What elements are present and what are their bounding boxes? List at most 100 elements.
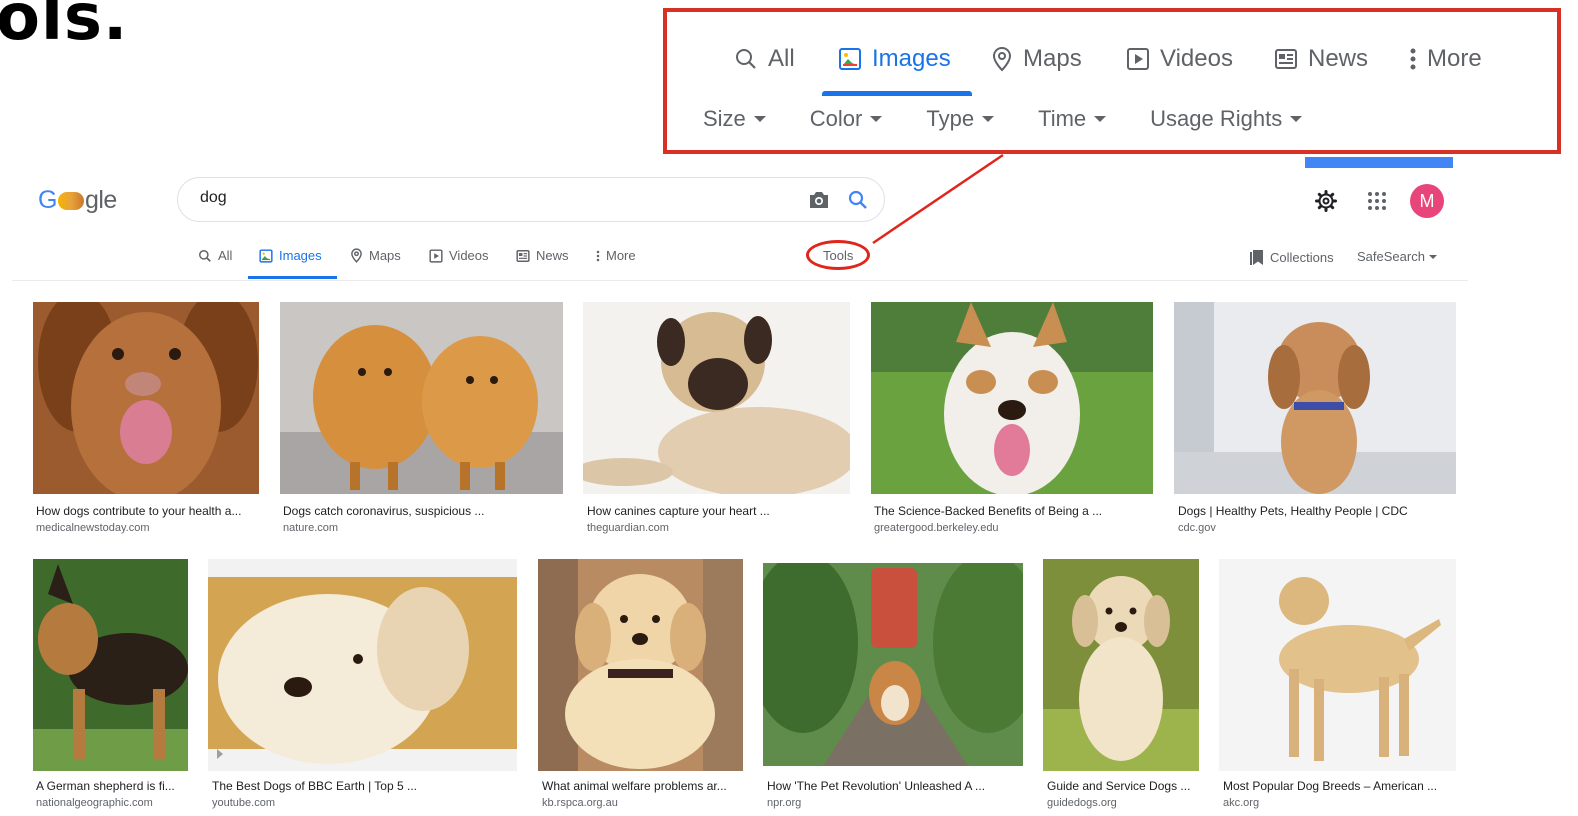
safesearch-dropdown[interactable]: SafeSearch <box>1357 249 1437 264</box>
image-icon <box>259 248 273 263</box>
callout-tab-label: Videos <box>1160 45 1233 72</box>
result-title[interactable]: How dogs contribute to your health a... <box>36 504 241 518</box>
apps-grid-icon[interactable] <box>1367 191 1387 211</box>
tab-videos[interactable]: Videos <box>429 248 489 263</box>
callout-tab-label: All <box>768 45 795 72</box>
video-icon <box>1127 48 1149 70</box>
dog-photo <box>280 302 563 494</box>
tab-images[interactable]: Images <box>259 248 322 263</box>
result-image-10[interactable] <box>1043 559 1199 771</box>
search-icon <box>199 249 211 262</box>
result-image-8[interactable] <box>538 559 743 771</box>
result-image-9[interactable] <box>763 563 1023 766</box>
result-image-3[interactable] <box>583 302 850 494</box>
news-icon <box>1275 49 1297 69</box>
search-box <box>177 177 885 222</box>
callout-tab-images[interactable]: Images <box>838 45 951 73</box>
callout-tab-news[interactable]: News <box>1274 45 1368 73</box>
tab-label: Images <box>279 248 322 263</box>
collections-link[interactable]: Collections <box>1250 249 1334 266</box>
tab-news[interactable]: News <box>516 248 569 263</box>
camera-icon[interactable] <box>808 190 830 210</box>
callout-time-dropdown[interactable]: Time <box>1038 106 1107 132</box>
result-title[interactable]: How 'The Pet Revolution' Unleashed A ... <box>767 779 985 793</box>
result-image-5[interactable] <box>1174 302 1456 494</box>
callout-tab-label: News <box>1308 45 1369 72</box>
result-title[interactable]: Dogs | Healthy Pets, Healthy People | CD… <box>1178 504 1408 518</box>
callout-tab-label: Images <box>872 45 951 72</box>
callout-size-dropdown[interactable]: Size <box>703 106 766 132</box>
callout-color-dropdown[interactable]: Color <box>810 106 883 132</box>
result-source: akc.org <box>1223 797 1260 809</box>
callout-tab-more[interactable]: More <box>1409 45 1482 73</box>
result-image-11[interactable] <box>1219 559 1456 771</box>
dropdown-arrow-icon <box>1290 116 1303 122</box>
dog-photo <box>583 302 850 494</box>
map-pin-icon <box>992 46 1012 72</box>
tool-label: Size <box>703 106 746 131</box>
dog-photo <box>33 302 259 494</box>
tool-label: Color <box>809 106 863 131</box>
dog-photo <box>33 559 188 771</box>
dropdown-arrow-icon <box>870 116 883 122</box>
google-logo[interactable]: G gle <box>38 186 117 215</box>
doodle-icon <box>57 191 84 210</box>
tab-label: News <box>536 248 569 263</box>
tab-maps[interactable]: Maps <box>350 248 401 263</box>
dropdown-arrow-icon <box>1094 116 1107 122</box>
more-vert-icon <box>596 250 600 261</box>
result-source: kb.rspca.org.au <box>542 797 618 809</box>
tool-label: Time <box>1038 106 1087 131</box>
result-image-1[interactable] <box>33 302 259 494</box>
callout-tab-videos[interactable]: Videos <box>1126 45 1233 73</box>
search-input[interactable] <box>198 188 762 208</box>
result-source: cdc.gov <box>1178 522 1216 534</box>
callout-usage-rights-dropdown[interactable]: Usage Rights <box>1150 106 1303 132</box>
callout-tab-all[interactable]: All <box>734 45 795 73</box>
video-icon <box>429 248 443 263</box>
dog-photo <box>763 563 1023 766</box>
logo-text: G <box>38 186 57 214</box>
result-image-2[interactable] <box>280 302 563 494</box>
collections-label: Collections <box>1270 250 1334 265</box>
result-source: npr.org <box>767 797 802 809</box>
result-title[interactable]: How canines capture your heart ... <box>587 504 770 518</box>
result-title[interactable]: Guide and Service Dogs ... <box>1047 779 1190 793</box>
result-source: nationalgeographic.com <box>36 797 153 809</box>
result-image-7[interactable] <box>208 559 517 771</box>
result-title[interactable]: The Best Dogs of BBC Earth | Top 5 ... <box>212 779 417 793</box>
dog-photo <box>1174 302 1456 494</box>
result-title[interactable]: The Science-Backed Benefits of Being a .… <box>874 504 1102 518</box>
dropdown-arrow-icon <box>982 116 995 122</box>
dropdown-arrow-icon <box>1428 254 1437 259</box>
result-image-6[interactable] <box>33 559 188 771</box>
tab-all[interactable]: All <box>198 248 232 263</box>
active-tab-underline <box>248 276 337 279</box>
result-title[interactable]: What animal welfare problems ar... <box>542 779 727 793</box>
result-source: youtube.com <box>212 797 275 809</box>
tool-label: Usage Rights <box>1150 106 1283 131</box>
callout-active-underline <box>822 91 972 96</box>
tab-more[interactable]: More <box>596 248 636 263</box>
result-title[interactable]: A German shepherd is fi... <box>36 779 175 793</box>
result-image-4[interactable] <box>871 302 1153 494</box>
result-source: guidedogs.org <box>1047 797 1117 809</box>
search-icon[interactable] <box>848 190 868 210</box>
callout-tab-maps[interactable]: Maps <box>991 45 1082 73</box>
tab-label: More <box>606 248 636 263</box>
callout-type-dropdown[interactable]: Type <box>926 106 995 132</box>
result-source: medicalnewstoday.com <box>36 522 150 534</box>
result-title[interactable]: Most Popular Dog Breeds – American ... <box>1223 779 1437 793</box>
dropdown-arrow-icon <box>753 116 766 122</box>
search-icon <box>736 49 756 69</box>
tools-highlight-ring <box>806 240 870 270</box>
result-source: nature.com <box>283 522 339 534</box>
gear-icon[interactable] <box>1314 189 1338 213</box>
dog-photo <box>871 302 1153 494</box>
account-avatar[interactable]: M <box>1410 184 1444 218</box>
callout-tab-label: Maps <box>1023 45 1082 72</box>
news-icon <box>516 249 530 262</box>
tab-label: Videos <box>449 248 489 263</box>
slide-heading-fragment: ols. <box>0 0 129 55</box>
result-title[interactable]: Dogs catch coronavirus, suspicious ... <box>283 504 484 518</box>
